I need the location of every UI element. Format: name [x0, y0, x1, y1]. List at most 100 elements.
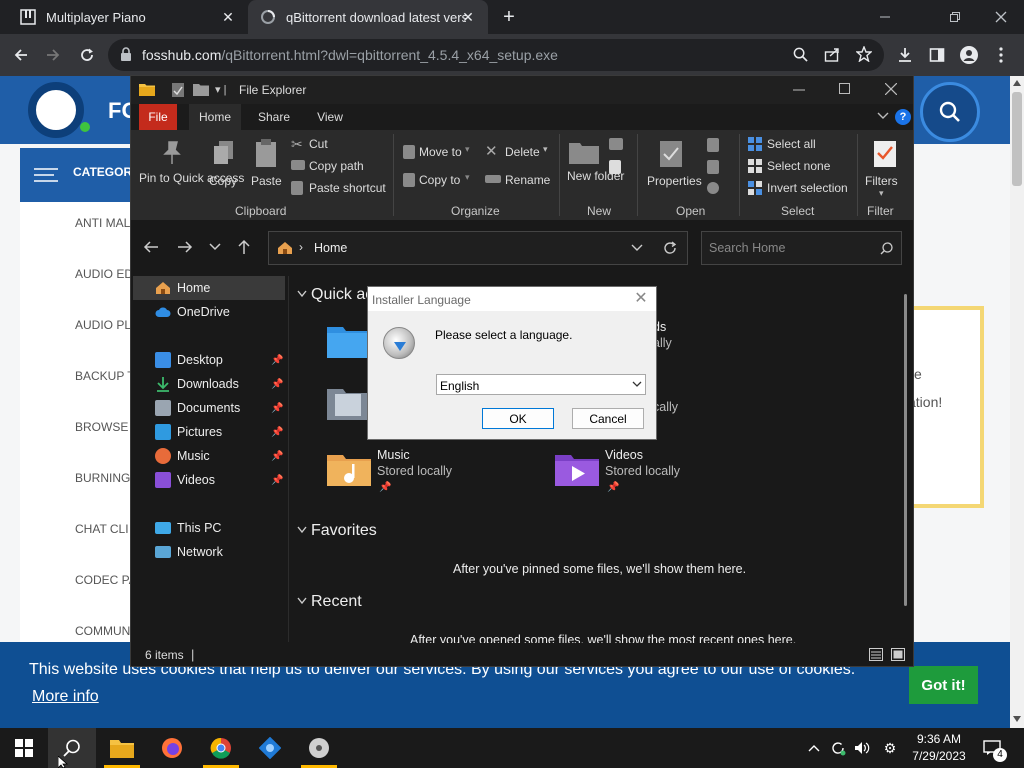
close-window-button[interactable] [885, 83, 897, 95]
tab-home[interactable]: Home [189, 104, 241, 130]
new-folder-button[interactable]: New folder [565, 134, 624, 200]
minimize-button[interactable] [862, 0, 908, 34]
category-item[interactable]: BURNING [75, 471, 130, 485]
music-folder-icon[interactable] [327, 452, 371, 486]
favorites-heading[interactable]: Favorites [311, 522, 377, 540]
paste-shortcut-button[interactable]: Paste shortcut [291, 178, 387, 198]
recent-locations-chevron-icon[interactable] [209, 242, 221, 252]
refresh-icon[interactable] [663, 241, 677, 255]
categories-header[interactable]: CATEGORIES [20, 148, 151, 202]
sync-icon[interactable] [828, 738, 848, 758]
settings-gear-icon[interactable]: ⚙ [880, 738, 900, 758]
delete-button[interactable]: ✕ Delete ▾ [485, 142, 555, 162]
move-to-button[interactable]: Move to ▾ [403, 142, 477, 162]
open-options-button[interactable] [705, 136, 729, 200]
sidebar-item-home[interactable]: Home [155, 277, 210, 299]
side-panel-icon[interactable] [924, 42, 950, 68]
expand-ribbon-icon[interactable] [877, 111, 889, 121]
tab-file[interactable]: File [139, 104, 177, 130]
documents-folder-icon[interactable] [327, 386, 371, 420]
forward-arrow-icon[interactable] [177, 240, 193, 254]
new-folder-quick-icon[interactable] [193, 82, 209, 96]
cancel-button[interactable]: Cancel [572, 408, 644, 429]
copy-path-button[interactable]: Copy path [291, 156, 387, 176]
taskbar-search-button[interactable] [48, 728, 96, 768]
taskbar-file-explorer[interactable] [98, 728, 146, 768]
explorer-titlebar[interactable]: ▾ | File Explorer [131, 76, 913, 104]
category-item[interactable]: ANTI MAL [75, 216, 130, 230]
new-tab-button[interactable]: + [498, 6, 520, 28]
tab-qbittorrent[interactable]: qBittorrent download latest versi ✕ [248, 0, 488, 34]
taskbar-firefox[interactable] [148, 728, 196, 768]
volume-icon[interactable] [852, 738, 872, 758]
recent-heading[interactable]: Recent [311, 593, 362, 611]
address-bar[interactable]: › Home [268, 231, 688, 265]
sidebar-item-this-pc[interactable]: This PC [155, 517, 221, 539]
collapse-chevron-icon[interactable] [297, 526, 307, 534]
up-arrow-icon[interactable] [237, 239, 251, 255]
select-none-button[interactable]: Select none [747, 156, 855, 176]
rename-button[interactable]: Rename [485, 170, 555, 190]
close-window-button[interactable] [978, 0, 1024, 34]
sidebar-item-pictures[interactable]: Pictures [155, 421, 222, 443]
taskbar-chrome[interactable] [197, 728, 245, 768]
paste-button[interactable]: Paste [247, 134, 285, 200]
forward-button[interactable] [40, 42, 66, 68]
site-logo[interactable] [28, 82, 84, 138]
site-search-button[interactable] [920, 82, 980, 142]
category-item[interactable]: BACKUP T [75, 369, 135, 383]
category-item[interactable]: AUDIO ED [75, 267, 133, 281]
language-select[interactable]: English [436, 374, 646, 395]
lock-icon[interactable] [120, 47, 132, 61]
back-arrow-icon[interactable] [143, 240, 159, 254]
quick-access-heading[interactable]: Quick ac [311, 286, 373, 304]
share-icon[interactable] [824, 47, 840, 63]
cookie-more-info-link[interactable]: More info [32, 688, 99, 706]
close-tab-icon[interactable]: ✕ [460, 9, 476, 25]
category-item[interactable]: COMMUN [75, 624, 130, 638]
menu-kebab-icon[interactable] [988, 42, 1014, 68]
new-item-button[interactable] [607, 136, 631, 180]
taskbar-installer[interactable] [295, 728, 343, 768]
page-scroll-thumb[interactable] [1012, 92, 1022, 186]
pin-to-quick-access-button[interactable]: Pin to Quick access [137, 134, 244, 200]
search-home-input[interactable]: Search Home [701, 231, 902, 265]
sidebar-item-documents[interactable]: Documents [155, 397, 240, 419]
videos-folder-icon[interactable] [555, 452, 599, 486]
bookmark-star-icon[interactable] [856, 46, 872, 62]
start-button[interactable] [0, 728, 48, 768]
search-icon[interactable] [793, 47, 808, 62]
sidebar-item-music[interactable]: Music [155, 445, 210, 467]
collapse-chevron-icon[interactable] [297, 597, 307, 605]
collapse-chevron-icon[interactable] [297, 290, 307, 298]
taskbar-app[interactable] [246, 728, 294, 768]
sidebar-item-desktop[interactable]: Desktop [155, 349, 223, 371]
category-item[interactable]: CODEC PA [75, 573, 137, 587]
desktop-folder-icon[interactable] [327, 324, 371, 358]
customize-quick-access-icon[interactable]: ▾ | [215, 83, 226, 96]
properties-button[interactable]: Properties [643, 134, 703, 200]
large-icons-view-icon[interactable] [891, 648, 905, 661]
address-dropdown-icon[interactable] [631, 244, 643, 252]
filters-button[interactable]: Filters ▾ [863, 134, 909, 200]
back-button[interactable] [8, 42, 34, 68]
sidebar-item-videos[interactable]: Videos [155, 469, 215, 491]
reload-button[interactable] [74, 42, 100, 68]
tab-multiplayer-piano[interactable]: Multiplayer Piano ✕ [8, 0, 248, 34]
copy-to-button[interactable]: Copy to ▾ [403, 170, 477, 190]
properties-quick-icon[interactable] [171, 82, 185, 98]
cut-button[interactable]: ✂ Cut [291, 134, 387, 154]
dialog-titlebar[interactable]: Installer Language ✕ [368, 287, 656, 311]
invert-selection-button[interactable]: Invert selection [747, 178, 855, 198]
category-item[interactable]: BROWSE [75, 420, 128, 434]
close-tab-icon[interactable]: ✕ [220, 9, 236, 25]
explorer-scrollbar[interactable] [904, 294, 907, 606]
category-item[interactable]: AUDIO PL [75, 318, 131, 332]
minimize-button[interactable] [793, 80, 805, 98]
profile-icon[interactable] [956, 42, 982, 68]
url-text[interactable]: fosshub.com/qBittorrent.html?dwl=qbittor… [142, 47, 558, 63]
music-tile-name[interactable]: Music [377, 448, 410, 462]
tab-share[interactable]: Share [249, 104, 299, 130]
category-item[interactable]: CHAT CLI [75, 522, 129, 536]
sidebar-item-network[interactable]: Network [155, 541, 223, 563]
